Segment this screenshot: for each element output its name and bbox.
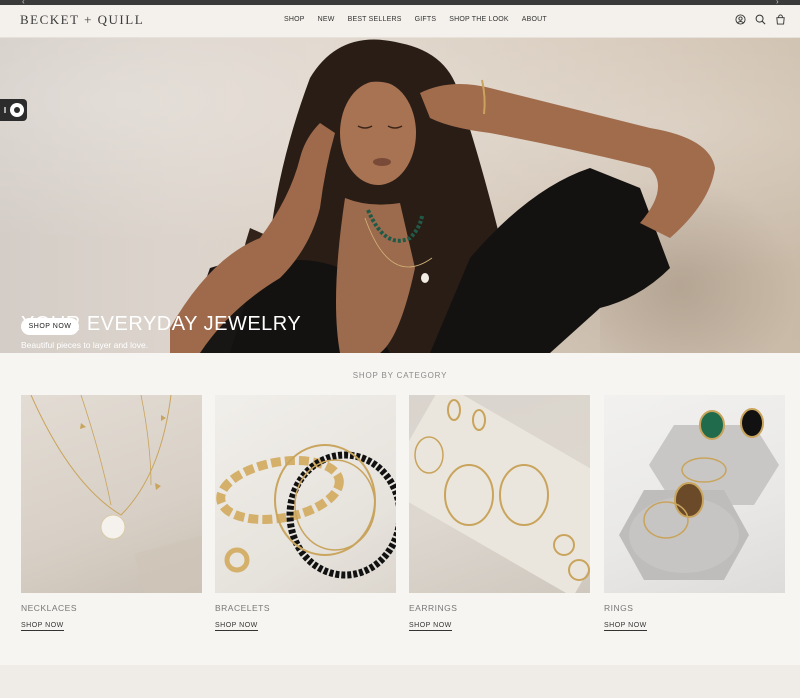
account-icon[interactable]: [735, 14, 746, 25]
necklaces-image[interactable]: [21, 395, 202, 593]
site-header: BECKET + QUILL SHOP NEW BEST SELLERS GIF…: [0, 5, 800, 38]
accessibility-icon: [10, 103, 24, 117]
category-name: NECKLACES: [21, 603, 77, 613]
widget-grip-icon: [4, 107, 6, 113]
category-name: EARRINGS: [409, 603, 458, 613]
hero-subtitle: Beautiful pieces to layer and love.: [21, 340, 149, 350]
hero-model-image: [170, 39, 715, 353]
category-card-rings[interactable]: RINGS SHOP NOW: [604, 395, 785, 631]
accessibility-widget[interactable]: [0, 99, 27, 121]
nav-item-about[interactable]: ABOUT: [522, 16, 547, 23]
hero-banner: YOUR EVERYDAY JEWELRY Beautiful pieces t…: [0, 38, 800, 353]
brand-logo[interactable]: BECKET + QUILL: [20, 12, 144, 28]
bracelets-image[interactable]: [215, 395, 396, 593]
search-icon[interactable]: [755, 14, 766, 25]
header-icons: [735, 14, 786, 25]
category-name: BRACELETS: [215, 603, 271, 613]
shop-now-link[interactable]: SHOP NOW: [604, 622, 647, 631]
shop-now-link[interactable]: SHOP NOW: [215, 622, 258, 631]
nav-item-gifts[interactable]: GIFTS: [415, 16, 437, 23]
nav-item-best-sellers[interactable]: BEST SELLERS: [348, 16, 402, 23]
nav-item-new[interactable]: NEW: [318, 16, 335, 23]
nav-item-shop-the-look[interactable]: SHOP THE LOOK: [449, 16, 509, 23]
earrings-image[interactable]: [409, 395, 590, 593]
shop-now-link[interactable]: SHOP NOW: [409, 622, 452, 631]
footer-band: [0, 665, 800, 698]
category-name: RINGS: [604, 603, 634, 613]
bracelet-illustration: [216, 444, 396, 579]
main-nav: SHOP NEW BEST SELLERS GIFTS SHOP THE LOO…: [284, 16, 560, 23]
category-card-bracelets[interactable]: BRACELETS SHOP NOW: [215, 395, 396, 631]
category-card-earrings[interactable]: EARRINGS SHOP NOW: [409, 395, 590, 631]
category-card-necklaces[interactable]: NECKLACES SHOP NOW: [21, 395, 202, 631]
shop-now-link[interactable]: SHOP NOW: [21, 622, 64, 631]
earring-illustration: [409, 395, 590, 593]
ring-illustration: [619, 408, 779, 580]
shop-by-category-title: SHOP BY CATEGORY: [352, 371, 448, 380]
necklace-illustration: [30, 395, 202, 593]
hero-shop-now-button[interactable]: SHOP NOW: [21, 318, 79, 335]
rings-image[interactable]: [604, 395, 785, 593]
cart-icon[interactable]: [775, 14, 786, 25]
nav-item-shop[interactable]: SHOP: [284, 16, 305, 23]
